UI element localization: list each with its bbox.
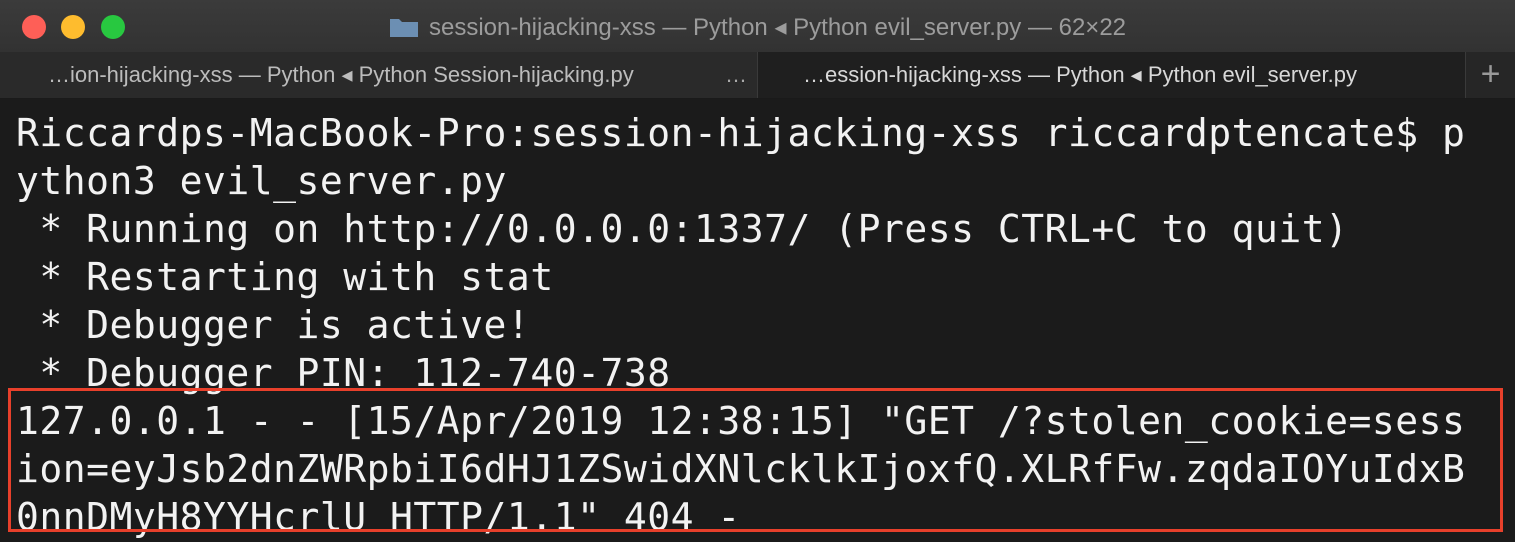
- highlight-box: [8, 388, 1503, 532]
- tab-bar: …ion-hijacking-xss — Python ◂ Python Ses…: [0, 52, 1515, 99]
- tab-label: …ion-hijacking-xss — Python ◂ Python Ses…: [48, 62, 634, 87]
- window-title: session-hijacking-xss — Python ◂ Python …: [0, 14, 1515, 42]
- terminal-line: * Debugger is active!: [16, 303, 531, 347]
- folder-icon: [389, 19, 418, 37]
- tab-evil-server[interactable]: …ession-hijacking-xss — Python ◂ Python …: [758, 52, 1466, 98]
- plus-icon[interactable]: +: [1466, 52, 1515, 98]
- terminal-window: session-hijacking-xss — Python ◂ Python …: [0, 0, 1515, 542]
- tab-more-icon[interactable]: …: [725, 52, 747, 98]
- terminal-output[interactable]: Riccardps-MacBook-Pro:session-hijacking-…: [0, 99, 1515, 542]
- tab-session-hijacking[interactable]: …ion-hijacking-xss — Python ◂ Python Ses…: [0, 52, 758, 98]
- terminal-line: * Running on http://0.0.0.0:1337/ (Press…: [16, 207, 1349, 251]
- tab-label: …ession-hijacking-xss — Python ◂ Python …: [803, 62, 1357, 87]
- window-title-text: session-hijacking-xss — Python ◂ Python …: [428, 14, 1127, 41]
- terminal-line: Riccardps-MacBook-Pro:session-hijacking-…: [16, 111, 1466, 155]
- title-bar[interactable]: session-hijacking-xss — Python ◂ Python …: [0, 0, 1515, 53]
- terminal-line: * Restarting with stat: [16, 255, 554, 299]
- terminal-line: ython3 evil_server.py: [16, 159, 507, 203]
